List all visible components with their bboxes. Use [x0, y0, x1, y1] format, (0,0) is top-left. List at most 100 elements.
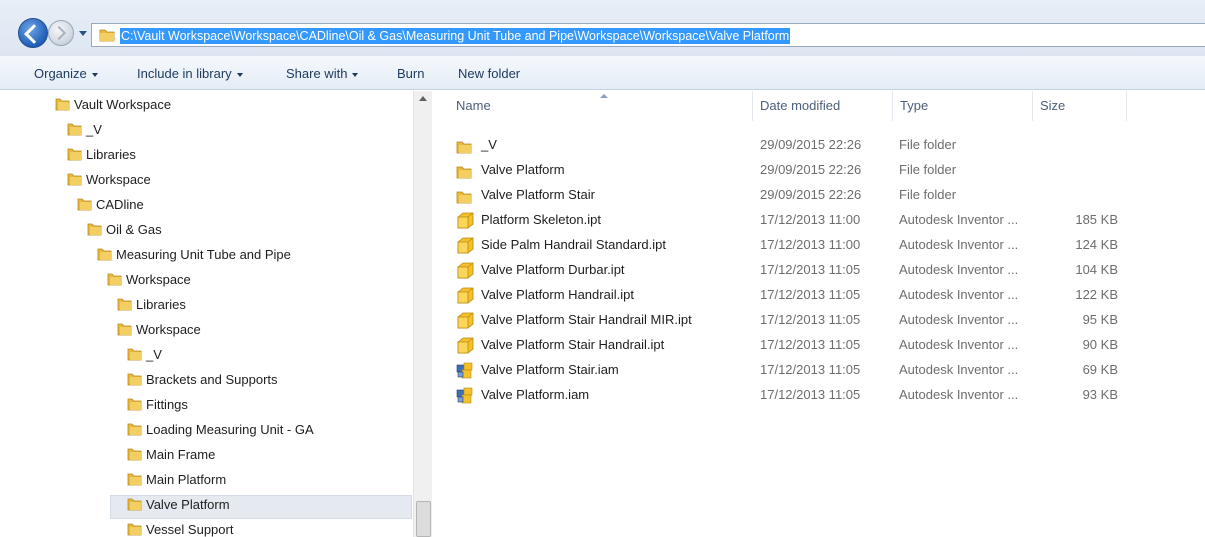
tree-item-label: Vault Workspace	[74, 97, 172, 112]
file-type: File folder	[899, 137, 957, 152]
tree-item-label: Brackets and Supports	[146, 372, 278, 387]
tree-item-label: Oil & Gas	[106, 222, 162, 237]
folder-icon	[127, 398, 142, 411]
folder-icon	[99, 29, 115, 42]
organize-button[interactable]: Organize	[34, 66, 98, 81]
include-in-library-button[interactable]: Include in library	[137, 66, 243, 81]
address-path-text[interactable]: C:\Vault Workspace\Workspace\CADline\Oil…	[120, 28, 791, 44]
column-type-label: Type	[900, 98, 929, 113]
file-type: Autodesk Inventor ...	[899, 387, 1019, 402]
file-list-pane: Name Date modified Type Size _V 29/09/201…	[432, 91, 1205, 537]
tree-item-label: Workspace	[86, 172, 151, 187]
column-header-type[interactable]: Type	[894, 91, 1033, 121]
file-row[interactable]: Valve Platform Stair Handrail.ipt 17/12/2…	[432, 332, 1205, 357]
file-name: _V	[481, 137, 497, 152]
file-date-modified: 17/12/2013 11:05	[760, 262, 861, 277]
folder-icon	[97, 248, 112, 261]
sort-ascending-icon	[600, 94, 608, 98]
file-date-modified: 29/09/2015 22:26	[760, 137, 862, 152]
tree-item-label: Measuring Unit Tube and Pipe	[116, 247, 291, 262]
chevron-down-icon	[91, 72, 98, 77]
file-name: Platform Skeleton.ipt	[481, 212, 601, 227]
folder-icon	[87, 223, 102, 236]
column-date-label: Date modified	[760, 98, 841, 113]
file-date-modified: 17/12/2013 11:05	[760, 312, 861, 327]
folder-icon	[127, 373, 142, 386]
file-date-modified: 17/12/2013 11:05	[760, 387, 861, 402]
file-date-modified: 29/09/2015 22:26	[760, 187, 862, 202]
organize-label: Organize	[34, 66, 87, 81]
file-row[interactable]: Valve Platform Stair 29/09/2015 22:26 File…	[432, 182, 1205, 207]
file-row[interactable]: Platform Skeleton.ipt 17/12/2013 11:00 Aut…	[432, 207, 1205, 232]
file-row[interactable]: Side Palm Handrail Standard.ipt 17/12/201…	[432, 232, 1205, 257]
tree-item-label: Workspace	[136, 322, 201, 337]
column-name-label: Name	[456, 98, 491, 113]
scroll-thumb[interactable]	[416, 501, 431, 537]
file-name: Valve Platform Stair Handrail.ipt	[481, 337, 665, 352]
file-name: Valve Platform Handrail.ipt	[481, 287, 634, 302]
file-row[interactable]: Valve Platform Durbar.ipt 17/12/2013 11:0…	[432, 257, 1205, 282]
file-row[interactable]: Valve Platform.iam 17/12/2013 11:05 Autode…	[432, 382, 1205, 407]
tree-item-label: _V	[146, 347, 162, 362]
file-date-modified: 17/12/2013 11:05	[760, 287, 861, 302]
column-header-date[interactable]: Date modified	[754, 91, 893, 121]
address-field[interactable]: C:\Vault Workspace\Workspace\CADline\Oil…	[91, 23, 1205, 47]
folder-icon	[117, 323, 132, 336]
file-row[interactable]: _V 29/09/2015 22:26 File folder	[432, 132, 1205, 157]
tree-item-label: Vessel Support	[146, 522, 234, 537]
file-type: Autodesk Inventor ...	[899, 237, 1019, 252]
share-with-label: Share with	[286, 66, 348, 81]
forward-button[interactable]	[48, 20, 74, 46]
folder-icon	[127, 448, 142, 461]
file-row[interactable]: Valve Platform Handrail.ipt 17/12/2013 11…	[432, 282, 1205, 307]
tree-item-label: Main Platform	[146, 472, 227, 487]
command-bar: Organize Include in library Share with B…	[0, 56, 1205, 90]
folder-icon	[127, 423, 142, 436]
tree-item-label: Loading Measuring Unit - GA	[146, 422, 314, 437]
tree-item-label: Libraries	[136, 297, 186, 312]
file-size: 90 KB	[1082, 337, 1118, 352]
folder-icon	[67, 123, 82, 136]
tree-item-label: Fittings	[146, 397, 188, 412]
file-name: Valve Platform Durbar.ipt	[481, 262, 625, 277]
file-date-modified: 17/12/2013 11:05	[760, 337, 861, 352]
folder-icon	[127, 498, 142, 511]
recent-pages-dropdown-icon[interactable]	[79, 31, 87, 36]
folder-icon	[127, 348, 142, 361]
file-name: Valve Platform	[481, 162, 565, 177]
file-type: Autodesk Inventor ...	[899, 337, 1019, 352]
file-name: Valve Platform Stair.iam	[481, 362, 619, 377]
folder-icon	[127, 523, 142, 536]
folder-icon	[67, 173, 82, 186]
file-date-modified: 17/12/2013 11:05	[760, 362, 861, 377]
scroll-up-icon[interactable]	[419, 96, 427, 101]
back-button[interactable]	[18, 18, 48, 48]
file-row[interactable]: Valve Platform 29/09/2015 22:26 File folde…	[432, 157, 1205, 182]
file-row[interactable]: Valve Platform Stair Handrail MIR.ipt 17/…	[432, 307, 1205, 332]
folder-icon	[127, 473, 142, 486]
tree-item-label: _V	[86, 122, 102, 137]
folder-icon	[67, 148, 82, 161]
new-folder-button[interactable]: New folder	[458, 66, 520, 81]
file-size: 185 KB	[1075, 212, 1118, 227]
file-type: File folder	[899, 187, 957, 202]
file-date-modified: 17/12/2013 11:00	[760, 212, 861, 227]
file-type: Autodesk Inventor ...	[899, 312, 1019, 327]
file-name: Valve Platform Stair Handrail MIR.ipt	[481, 312, 692, 327]
address-bar-region: C:\Vault Workspace\Workspace\CADline\Oil…	[0, 0, 1205, 56]
file-type: Autodesk Inventor ...	[899, 287, 1019, 302]
file-size: 104 KB	[1075, 262, 1118, 277]
navigation-scrollbar[interactable]	[413, 91, 432, 537]
file-row[interactable]: Valve Platform Stair.iam 17/12/2013 11:05…	[432, 357, 1205, 382]
tree-item-label: CADline	[96, 197, 144, 212]
folder-icon	[117, 298, 132, 311]
burn-button[interactable]: Burn	[397, 66, 424, 81]
tree-item-label: Workspace	[126, 272, 191, 287]
column-header-size[interactable]: Size	[1034, 91, 1127, 121]
tree-item-label: Libraries	[86, 147, 136, 162]
file-date-modified: 29/09/2015 22:26	[760, 162, 862, 177]
file-size: 93 KB	[1082, 387, 1118, 402]
share-with-button[interactable]: Share with	[286, 66, 359, 81]
column-header-name[interactable]: Name	[450, 91, 753, 121]
file-name: Valve Platform.iam	[481, 387, 590, 402]
